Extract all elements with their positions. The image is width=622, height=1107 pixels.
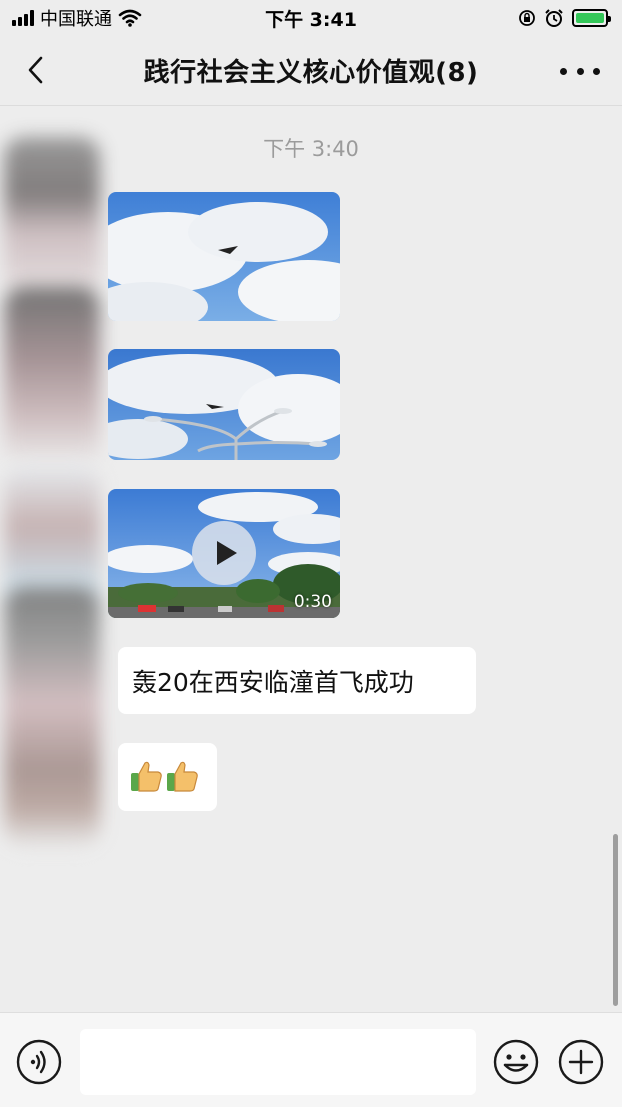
voice-icon[interactable]	[16, 1039, 62, 1085]
nav-bar: 践行社会主义核心价值观(8)	[0, 36, 622, 106]
avatar[interactable]	[4, 587, 100, 847]
plus-icon[interactable]	[557, 1038, 605, 1086]
status-time: 下午 3:41	[265, 8, 357, 31]
chat-area[interactable]: 下午 3:40 0:30 轰20在西安临潼首飞成功	[0, 107, 622, 1012]
streetlamp-plane-image	[108, 349, 340, 460]
thumbs-up-icon	[131, 761, 162, 792]
battery-icon	[572, 9, 611, 27]
chat-image[interactable]	[108, 192, 340, 321]
video-duration: 0:30	[293, 592, 332, 612]
avatar[interactable]	[4, 137, 100, 297]
message-text: 轰20在西安临潼首飞成功	[132, 667, 414, 697]
thumbs-up-icon	[167, 761, 198, 792]
play-icon[interactable]	[191, 520, 257, 586]
smiley-icon[interactable]	[492, 1038, 540, 1086]
status-right	[518, 8, 611, 28]
status-bar: 中国联通 下午 3:41	[0, 0, 622, 36]
chat-image[interactable]	[108, 349, 340, 460]
more-dots-icon[interactable]	[560, 58, 600, 84]
carrier-name: 中国联通	[40, 9, 112, 30]
chat-scrollbar[interactable]	[613, 834, 618, 1006]
orientation-lock-icon	[519, 10, 535, 26]
sky-plane-image	[108, 192, 340, 321]
signal-icon	[12, 10, 34, 26]
chevron-left-icon[interactable]	[22, 54, 52, 86]
chat-title: 践行社会主义核心价值观(8)	[143, 58, 479, 88]
wechat-chat-screen: 中国联通 下午 3:41 践行社会主义核心价值观(8) 下午 3:40 0:30…	[0, 0, 622, 1107]
alarm-icon	[545, 9, 563, 27]
input-bar	[0, 1012, 622, 1107]
emoji-message-bubble[interactable]	[118, 743, 217, 811]
status-left: 中国联通	[12, 5, 142, 31]
message-input[interactable]	[80, 1029, 476, 1095]
text-message-bubble[interactable]: 轰20在西安临潼首飞成功	[118, 647, 476, 714]
wifi-icon	[118, 9, 142, 27]
chat-video[interactable]: 0:30	[108, 489, 340, 618]
avatar[interactable]	[4, 287, 100, 467]
